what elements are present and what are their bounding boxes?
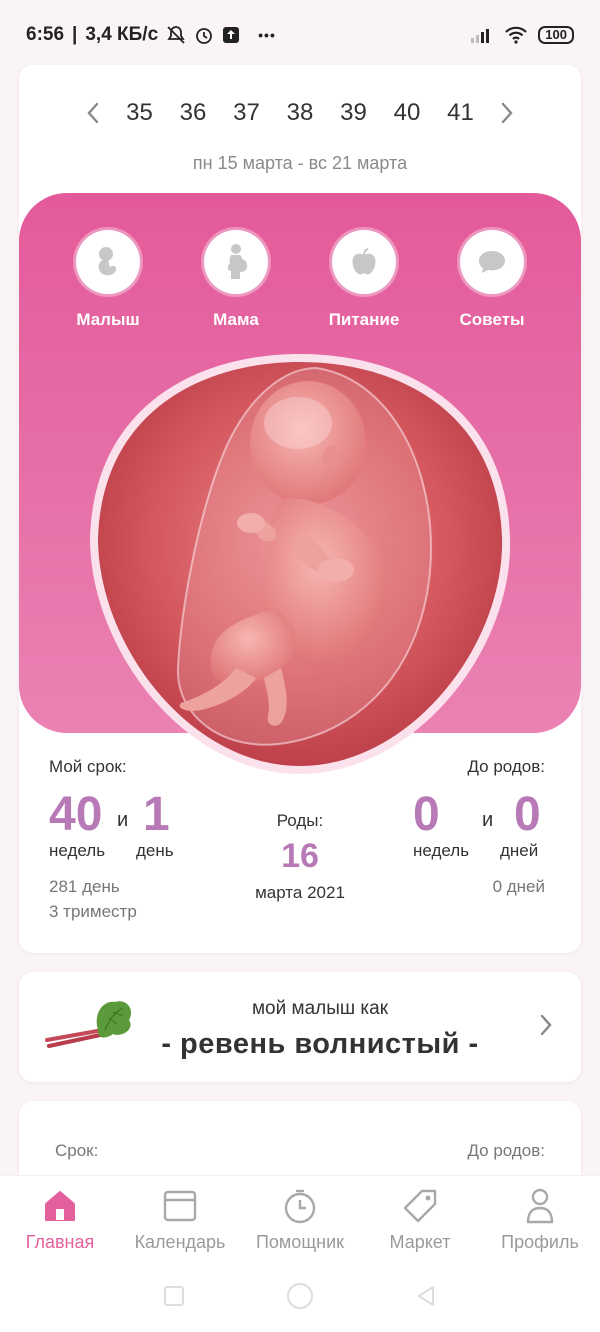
nav-market[interactable]: Маркет — [360, 1176, 480, 1265]
status-time: 6:56 — [26, 24, 65, 45]
category-label: Мама — [213, 310, 259, 329]
week-number[interactable]: 37 — [220, 99, 274, 127]
category-label: Советы — [459, 310, 525, 329]
birth-label: Роды: — [276, 811, 324, 830]
until-weeks: 0 — [413, 788, 440, 841]
nav-label: Помощник — [255, 1232, 344, 1252]
nav-home[interactable]: Главная — [0, 1176, 120, 1265]
week-number[interactable]: 39 — [327, 99, 381, 127]
fetus-illustration[interactable] — [86, 348, 514, 780]
week-date-range: пн 15 марта - вс 21 марта — [192, 153, 408, 173]
birth-day: 16 — [281, 837, 319, 875]
until-total-days: 0 дней — [492, 877, 545, 896]
week-number[interactable]: 36 — [166, 99, 220, 127]
term-label: Срок: — [55, 1141, 99, 1160]
tag-icon — [360, 1186, 480, 1226]
birth-month-year: марта 2021 — [255, 883, 345, 902]
category-label: Питание — [328, 310, 400, 329]
nav-label: Календарь — [134, 1232, 226, 1252]
baby-icon — [98, 247, 117, 276]
until-days-unit: дней — [500, 841, 539, 860]
category-tips[interactable]: Советы — [437, 230, 547, 330]
nav-profile[interactable]: Профиль — [480, 1176, 600, 1265]
term-days-unit: день — [136, 841, 174, 860]
profile-icon — [480, 1186, 600, 1226]
nav-assistant[interactable]: Помощник — [240, 1176, 360, 1265]
pregnancy-card: 35 36 37 38 39 40 41 пн 15 марта - вс 21… — [19, 65, 581, 953]
week-number-current[interactable]: 40 — [380, 99, 434, 127]
week-number[interactable]: 35 — [113, 99, 167, 127]
until-and: и — [482, 809, 494, 831]
term-weeks: 40 — [49, 788, 103, 841]
week-number[interactable]: 38 — [273, 99, 327, 127]
term-total-days: 281 день — [49, 877, 120, 896]
until-birth-label: До родов: — [467, 1141, 545, 1160]
nav-label: Профиль — [501, 1232, 579, 1252]
until-days: 0 — [514, 788, 541, 841]
next-week-button[interactable] — [487, 93, 527, 133]
bell-off-icon — [166, 25, 186, 45]
apple-icon — [352, 248, 376, 275]
system-navigation-bar — [0, 1265, 600, 1332]
baby-size-card[interactable]: мой малыш как - ревень волнистый - — [19, 972, 581, 1082]
more-dots: ••• — [258, 27, 276, 43]
until-weeks-unit: недель — [413, 841, 470, 860]
signal-icon — [470, 26, 494, 44]
prev-week-button[interactable] — [73, 93, 113, 133]
category-label: Малыш — [76, 310, 140, 329]
battery-indicator: 100 — [538, 26, 574, 44]
recent-apps-button[interactable] — [163, 1285, 185, 1312]
term-weeks-unit: недель — [49, 841, 106, 860]
pregnant-woman-icon — [227, 244, 248, 279]
nav-label: Маркет — [389, 1232, 451, 1252]
calendar-icon — [120, 1186, 240, 1226]
rhubarb-image — [43, 994, 135, 1059]
until-birth-label: До родов: — [467, 757, 545, 776]
my-term-label: Мой срок: — [49, 757, 127, 776]
chevron-right-icon[interactable] — [539, 1014, 553, 1041]
term-trimester: 3 триместр — [49, 902, 137, 921]
category-baby[interactable]: Малыш — [53, 230, 163, 330]
category-row: Малыш Мама Питание Советы — [19, 230, 581, 330]
bottom-navigation: Главная Календарь Помощник Маркет Профил… — [0, 1175, 600, 1265]
nav-label: Главная — [25, 1232, 95, 1252]
chevron-left-icon — [87, 102, 98, 124]
wifi-icon — [504, 26, 528, 44]
baby-size-title: мой малыш как — [251, 998, 389, 1019]
chat-bubble-icon — [479, 251, 505, 273]
back-button[interactable] — [415, 1285, 437, 1312]
term-days: 1 — [143, 788, 170, 841]
status-speed: 3,4 КБ/с — [85, 24, 159, 45]
timer-icon — [240, 1186, 360, 1226]
nav-calendar[interactable]: Календарь — [120, 1176, 240, 1265]
chevron-right-icon — [502, 102, 513, 124]
term-and: и — [117, 809, 129, 831]
status-bar: 6:56 | 3,4 КБ/с ••• 100 — [0, 0, 600, 70]
home-icon — [0, 1186, 120, 1226]
week-selector: 35 36 37 38 39 40 41 — [19, 93, 581, 133]
category-mom[interactable]: Мама — [181, 230, 291, 330]
baby-size-name: - ревень волнистый - — [161, 1028, 479, 1060]
category-nutrition[interactable]: Питание — [309, 230, 419, 330]
alarm-icon — [194, 25, 214, 45]
upload-icon — [222, 26, 240, 44]
week-number[interactable]: 41 — [434, 99, 488, 127]
home-button[interactable] — [285, 1281, 315, 1316]
